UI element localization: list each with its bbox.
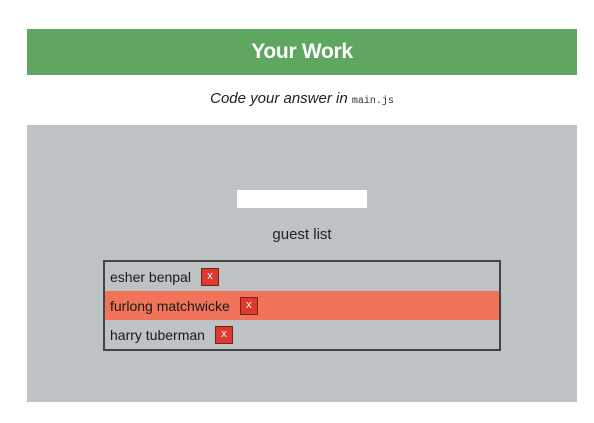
guest-list: esher benpal x furlong matchwicke x harr…	[103, 260, 501, 351]
instruction-label: Code your answer in	[210, 90, 348, 107]
guest-name: furlong matchwicke	[110, 297, 230, 314]
remove-guest-button[interactable]: x	[214, 325, 233, 344]
guest-list-title: guest list	[272, 226, 332, 243]
remove-guest-button[interactable]: x	[200, 267, 219, 286]
guest-list-item: esher benpal x	[105, 262, 499, 291]
header-bar: Your Work	[27, 29, 577, 75]
guest-list-item: furlong matchwicke x	[105, 291, 499, 320]
work-panel: guest list esher benpal x furlong matchw…	[27, 125, 577, 402]
guest-name: esher benpal	[110, 268, 191, 285]
guest-list-item: harry tuberman x	[105, 320, 499, 349]
instruction-filename: main.js	[351, 96, 394, 107]
remove-guest-button[interactable]: x	[239, 296, 258, 315]
guest-name: harry tuberman	[110, 326, 205, 343]
page-title: Your Work	[251, 40, 353, 63]
instruction-text: Code your answer in main.js	[27, 90, 577, 107]
guest-name-input[interactable]	[237, 190, 367, 208]
page: Your Work Code your answer in main.js gu…	[0, 0, 594, 423]
